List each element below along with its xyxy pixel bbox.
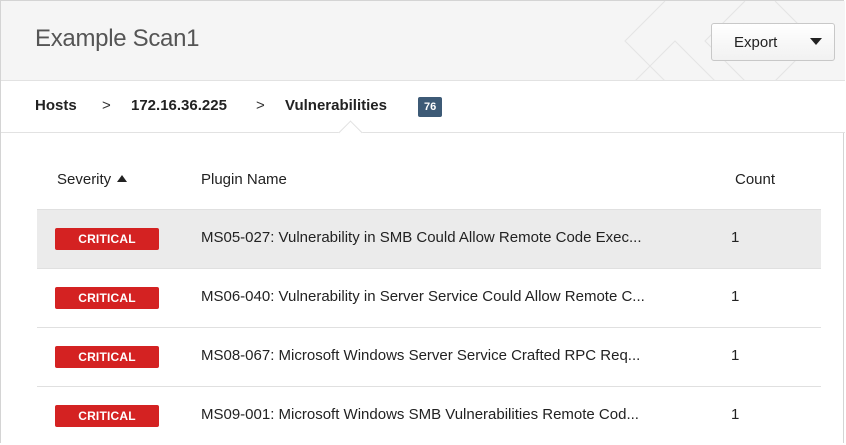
scan-header: Example Scan1 Export: [1, 1, 845, 81]
caret-down-icon: [810, 38, 822, 45]
breadcrumb-separator: >: [102, 97, 111, 114]
page-title: Example Scan1: [35, 25, 200, 52]
scan-panel: Example Scan1 Export Hosts > 172.16.36.2…: [0, 0, 845, 445]
severity-badge: CRITICAL: [55, 405, 159, 427]
breadcrumb-vulnerabilities: Vulnerabilities: [285, 97, 387, 114]
severity-badge: CRITICAL: [55, 346, 159, 368]
breadcrumb: Hosts > 172.16.36.225 > Vulnerabilities …: [1, 81, 845, 133]
vulnerability-count: 1: [731, 347, 740, 364]
plugin-name: MS06-040: Vulnerability in Server Servic…: [201, 288, 645, 305]
plugin-name: MS08-067: Microsoft Windows Server Servi…: [201, 347, 641, 364]
vulnerability-count: 1: [731, 229, 740, 246]
vulnerability-count: 1: [731, 406, 740, 423]
breadcrumb-separator: >: [256, 97, 265, 114]
column-header-count[interactable]: Count: [735, 171, 775, 188]
table-row[interactable]: CRITICAL MS05-027: Vulnerability in SMB …: [37, 209, 821, 268]
vulnerability-count-badge: 76: [418, 97, 443, 117]
breadcrumb-hosts[interactable]: Hosts: [35, 97, 77, 114]
export-button-label: Export: [734, 34, 778, 51]
table-row[interactable]: CRITICAL MS06-040: Vulnerability in Serv…: [37, 268, 821, 327]
severity-badge: CRITICAL: [55, 287, 159, 309]
column-header-plugin-name[interactable]: Plugin Name: [201, 171, 287, 188]
plugin-name: MS09-001: Microsoft Windows SMB Vulnerab…: [201, 406, 639, 423]
table-row[interactable]: CRITICAL MS08-067: Microsoft Windows Ser…: [37, 327, 821, 386]
vulnerability-count: 1: [731, 288, 740, 305]
table-header: Severity Plugin Name Count: [37, 153, 821, 209]
table-row[interactable]: CRITICAL MS09-001: Microsoft Windows SMB…: [37, 386, 821, 445]
column-header-severity[interactable]: Severity: [57, 171, 128, 188]
severity-badge: CRITICAL: [55, 228, 159, 250]
sort-ascending-icon: [117, 175, 128, 182]
export-button[interactable]: Export: [711, 23, 835, 61]
plugin-name: MS05-027: Vulnerability in SMB Could All…: [201, 229, 642, 246]
breadcrumb-host-ip[interactable]: 172.16.36.225: [131, 97, 227, 114]
vulnerabilities-table: Severity Plugin Name Count CRITICAL MS05…: [37, 153, 821, 445]
